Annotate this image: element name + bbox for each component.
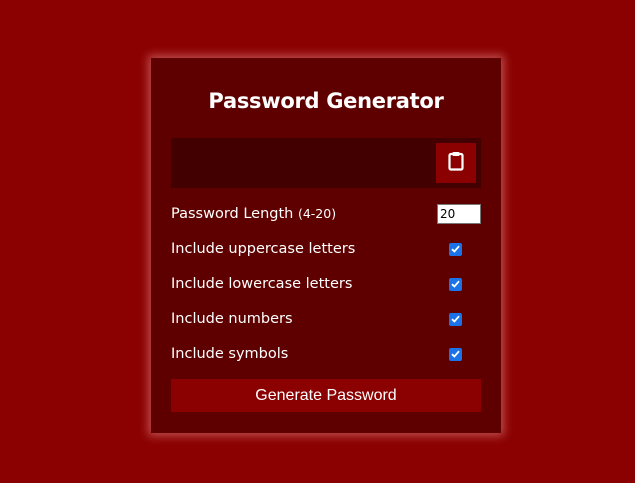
symbols-checkbox[interactable] [449, 347, 462, 361]
password-length-label: Password Length (4-20) [171, 206, 336, 222]
checkmark-icon [451, 280, 460, 288]
checkmark-icon [451, 315, 460, 323]
symbols-label: Include symbols [171, 346, 289, 362]
copy-to-clipboard-button[interactable] [436, 143, 476, 183]
numbers-label: Include numbers [171, 311, 293, 327]
numbers-checkbox[interactable] [449, 312, 462, 326]
password-length-input[interactable] [437, 204, 481, 224]
generate-password-button[interactable]: Generate Password [171, 379, 481, 412]
setting-password-length: Password Length (4-20) [171, 202, 481, 226]
password-length-text: Password Length [171, 206, 294, 222]
lowercase-label: Include lowercase letters [171, 276, 353, 292]
uppercase-checkbox[interactable] [449, 242, 462, 256]
page-title: Password Generator [208, 89, 444, 113]
checkmark-icon [451, 350, 460, 358]
password-length-hint: (4-20) [297, 206, 337, 221]
setting-lowercase: Include lowercase letters [171, 272, 481, 296]
lowercase-checkbox[interactable] [449, 277, 462, 291]
setting-symbols: Include symbols [171, 342, 481, 366]
uppercase-label: Include uppercase letters [171, 241, 356, 257]
checkmark-icon [451, 245, 460, 253]
clipboard-icon [448, 151, 464, 175]
setting-uppercase: Include uppercase letters [171, 237, 481, 261]
password-result-box [171, 138, 481, 188]
password-generator-card: Password Generator Password Length (4-20… [151, 58, 501, 433]
setting-numbers: Include numbers [171, 307, 481, 331]
